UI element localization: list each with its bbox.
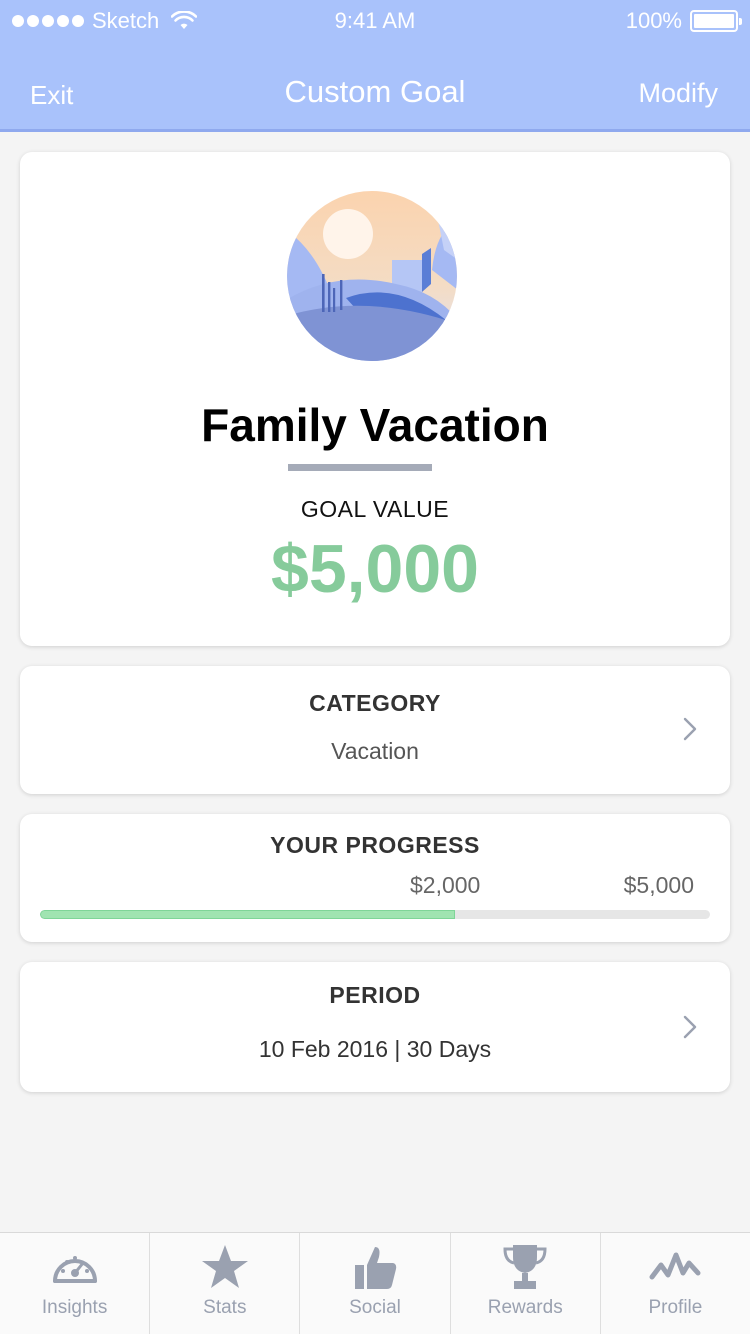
divider [288, 464, 432, 471]
status-bar: Sketch 9:41 AM 100% [0, 0, 750, 40]
category-heading: CATEGORY [309, 690, 441, 716]
chevron-right-icon [683, 717, 697, 741]
tab-social[interactable]: Social [300, 1233, 451, 1334]
tab-label: Rewards [487, 1297, 563, 1318]
goal-name: Family Vacation [201, 399, 549, 451]
tab-bar: Insights Stats Social Rewards Profile [0, 1232, 750, 1334]
progress-current-amount: $2,000 [410, 872, 481, 898]
vacation-illustration-icon [287, 191, 457, 361]
tab-label: Stats [203, 1297, 247, 1318]
chevron-right-icon [683, 1015, 697, 1039]
status-right: 100% [625, 8, 742, 34]
battery-icon [690, 10, 742, 32]
tab-stats[interactable]: Stats [150, 1233, 301, 1334]
modify-button[interactable]: Modify [638, 78, 718, 109]
category-value: Vacation [331, 738, 419, 764]
period-heading: PERIOD [329, 982, 421, 1008]
tab-label: Insights [41, 1297, 108, 1318]
progress-heading: YOUR PROGRESS [270, 832, 480, 858]
gauge-icon [52, 1256, 97, 1283]
category-card[interactable]: CATEGORY Vacation [20, 666, 730, 794]
progress-card: YOUR PROGRESS $2,000 $5,000 [20, 814, 730, 942]
tab-rewards[interactable]: Rewards [451, 1233, 601, 1334]
goal-value: $5,000 [271, 531, 479, 607]
tab-insights[interactable]: Insights [0, 1233, 151, 1334]
header: Sketch 9:41 AM 100% Exit Custom Goal Mod… [0, 0, 750, 132]
progress-bar [40, 910, 710, 919]
period-value: 10 Feb 2016 | 30 Days [258, 1036, 492, 1062]
trophy-icon [503, 1245, 547, 1289]
goal-value-label: GOAL VALUE [300, 496, 450, 522]
tab-label: Profile [648, 1297, 703, 1318]
battery-percent: 100% [625, 8, 682, 33]
tab-label: Social [349, 1297, 401, 1318]
thumbs-up-icon [355, 1247, 397, 1289]
period-card[interactable]: PERIOD 10 Feb 2016 | 30 Days [20, 962, 730, 1092]
tab-profile[interactable]: Profile [601, 1233, 750, 1334]
progress-target-amount: $5,000 [623, 872, 694, 898]
activity-icon [649, 1252, 701, 1280]
progress-bar-fill [40, 910, 456, 919]
goal-card: Family Vacation GOAL VALUE $5,000 [20, 152, 730, 646]
star-icon [201, 1245, 248, 1288]
